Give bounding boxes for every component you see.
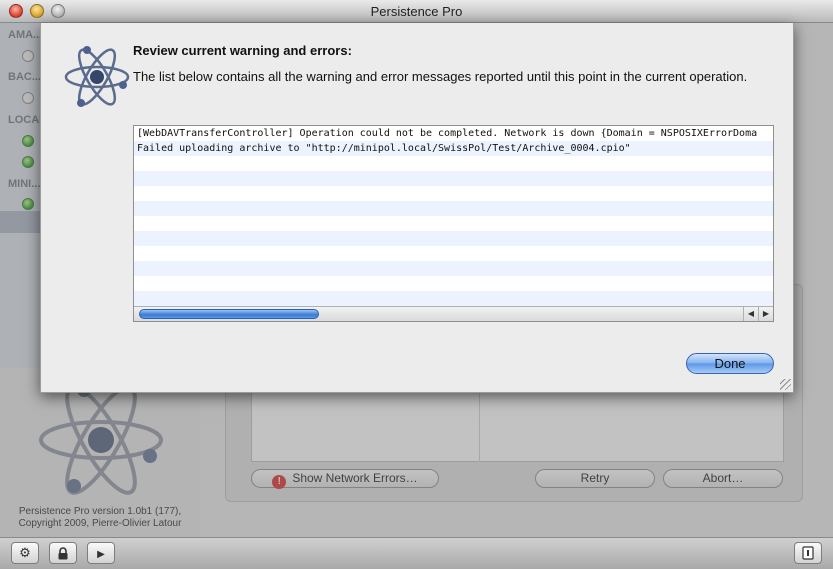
log-empty-row	[134, 156, 773, 171]
document-icon	[802, 546, 814, 560]
log-line[interactable]: [WebDAVTransferController] Operation cou…	[134, 126, 773, 141]
sheet-heading: Review current warning and errors:	[133, 43, 352, 58]
log-empty-row	[134, 216, 773, 231]
info-button[interactable]	[794, 542, 822, 564]
log-empty-row	[134, 171, 773, 186]
log-empty-row	[134, 246, 773, 261]
log-empty-row	[134, 261, 773, 276]
window-title: Persistence Pro	[370, 4, 463, 19]
log-empty-row	[134, 291, 773, 306]
log-empty-row	[134, 201, 773, 216]
atom-logo-icon	[64, 46, 130, 107]
play-icon: ▶	[97, 549, 105, 560]
title-bar: Persistence Pro	[0, 0, 833, 23]
resize-grip-icon[interactable]	[780, 379, 791, 390]
scroll-left-arrow-icon[interactable]: ◀	[743, 307, 758, 321]
lock-button[interactable]	[49, 542, 77, 564]
log-empty-row	[134, 186, 773, 201]
log-empty-row	[134, 231, 773, 246]
log-empty-row	[134, 276, 773, 291]
horizontal-scrollbar[interactable]: ◀ ▶	[134, 306, 773, 321]
sheet-description: The list below contains all the warning …	[133, 69, 748, 84]
scroll-right-arrow-icon[interactable]: ▶	[758, 307, 773, 321]
done-button[interactable]: Done	[686, 353, 774, 374]
log-line[interactable]: Failed uploading archive to "http://mini…	[134, 141, 773, 156]
bottom-toolbar	[0, 537, 833, 569]
message-log[interactable]: [WebDAVTransferController] Operation cou…	[133, 125, 774, 322]
errors-sheet: Review current warning and errors: The l…	[40, 23, 794, 393]
scrollbar-thumb[interactable]	[139, 309, 319, 319]
lock-icon	[58, 547, 68, 560]
gear-icon: ⚙	[19, 545, 31, 560]
play-button[interactable]: ▶	[87, 542, 115, 564]
settings-button[interactable]: ⚙	[11, 542, 39, 564]
